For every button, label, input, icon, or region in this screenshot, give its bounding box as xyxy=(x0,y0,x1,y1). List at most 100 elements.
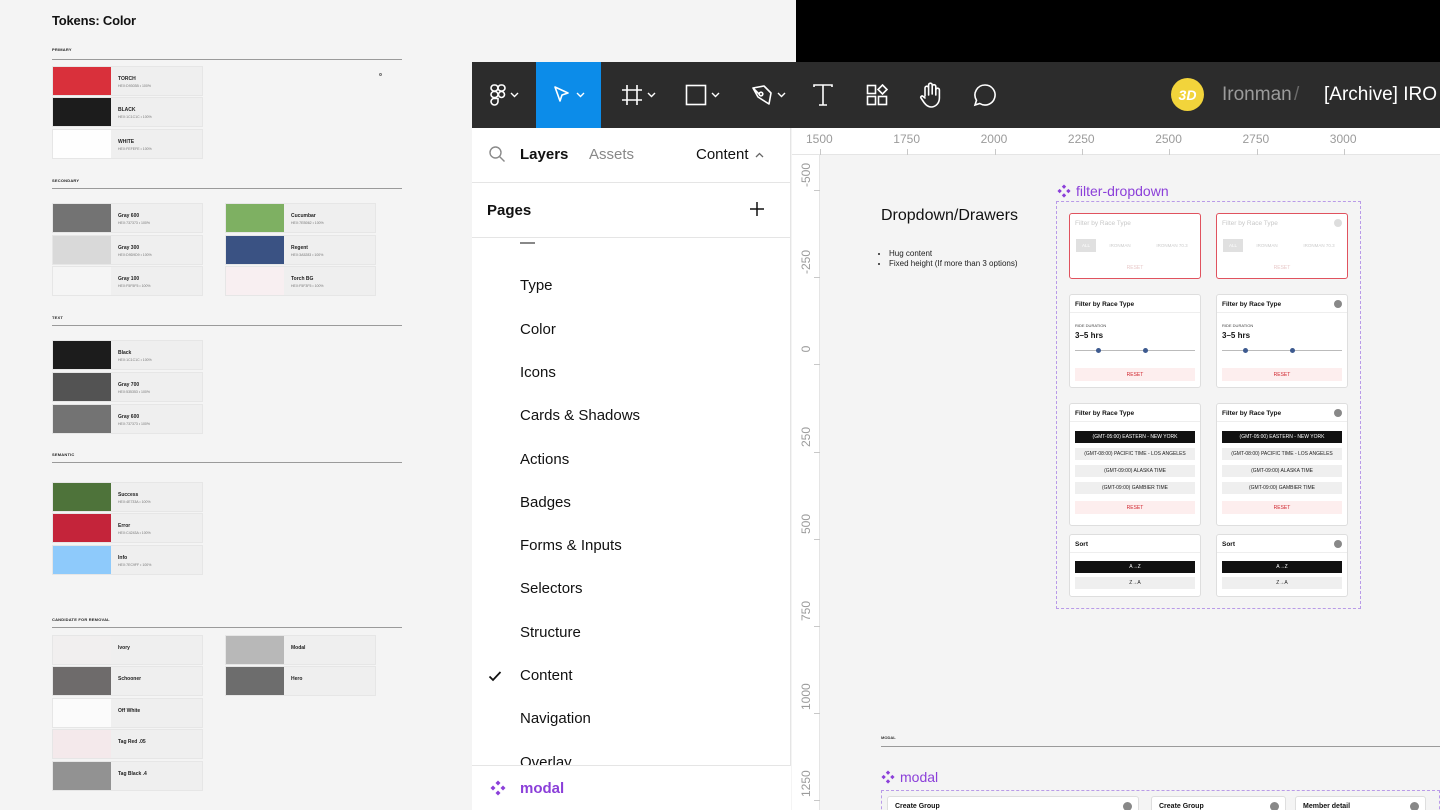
sort-card[interactable]: Sort A→Z Z→A xyxy=(1069,534,1201,597)
color-swatch[interactable]: Cucumbar HEX:7EB062 • 100% xyxy=(225,203,376,233)
add-page-icon[interactable] xyxy=(748,200,766,218)
option-item[interactable]: (GMT-09:00) ALASKA TIME xyxy=(1222,465,1342,477)
tab-layers[interactable]: Layers xyxy=(520,146,568,163)
page-item[interactable]: Actions xyxy=(472,440,791,483)
move-tool-button[interactable] xyxy=(536,62,601,128)
filter-card-slider[interactable]: Filter by Race Type RIDE DURATION 3–5 hr… xyxy=(1069,294,1201,388)
page-item[interactable]: Selectors xyxy=(472,569,791,612)
option-item[interactable]: (GMT-09:00) ALASKA TIME xyxy=(1075,465,1195,477)
color-swatch[interactable]: Torch BG HEX:F5F3F5 • 100% xyxy=(225,266,376,296)
seg-all[interactable]: ALL xyxy=(1223,239,1243,252)
sort-option[interactable]: Z→A xyxy=(1075,577,1195,589)
color-swatch[interactable]: Tag Red .05 xyxy=(52,729,203,759)
sort-option[interactable]: A→Z xyxy=(1075,561,1195,573)
color-swatch[interactable]: Gray 700 HEX:535353 • 100% xyxy=(52,372,203,402)
close-icon[interactable] xyxy=(1410,802,1419,810)
reset-button[interactable]: RESET xyxy=(1222,501,1342,514)
color-swatch[interactable]: Hero xyxy=(225,666,376,696)
range-slider-handle[interactable] xyxy=(1096,348,1101,353)
filter-card-timezone-closable[interactable]: Filter by Race Type (GMT-05:00) EASTERN … xyxy=(1216,403,1348,526)
range-slider-track[interactable] xyxy=(1075,350,1195,351)
page-item[interactable]: Type xyxy=(472,266,791,309)
color-swatch[interactable]: Info HEX:7EC9FF • 100% xyxy=(52,545,203,575)
color-swatch[interactable]: Ivory xyxy=(52,635,203,665)
option-item[interactable]: (GMT-08:00) PACIFIC TIME - LOS ANGELES xyxy=(1075,448,1195,460)
reset-button[interactable]: RESET xyxy=(1075,501,1195,514)
color-swatch[interactable]: Gray 100 HEX:F5F5F5 • 100% xyxy=(52,266,203,296)
range-slider-track[interactable] xyxy=(1222,350,1342,351)
option-item[interactable]: (GMT-05:00) EASTERN - NEW YORK xyxy=(1222,431,1342,443)
seg-ironman[interactable]: IRONMAN xyxy=(1103,239,1137,252)
seg-all[interactable]: ALL xyxy=(1076,239,1096,252)
page-item[interactable]: Icons xyxy=(472,353,791,396)
breadcrumb-team[interactable]: Ironman xyxy=(1222,84,1292,106)
main-menu-button[interactable] xyxy=(472,62,536,128)
tab-assets[interactable]: Assets xyxy=(589,146,634,163)
option-item[interactable]: (GMT-09:00) GAMBIER TIME xyxy=(1222,482,1342,494)
modal-member-detail[interactable]: Member detail xyxy=(1295,796,1426,810)
hand-tool-button[interactable] xyxy=(912,62,950,128)
selected-layer-bar[interactable]: modal xyxy=(472,765,791,810)
color-swatch[interactable]: Gray 600 HEX:737373 • 100% xyxy=(52,404,203,434)
filter-card-error-closable[interactable]: Filter by Race Type ALL IRONMAN IRONMAN … xyxy=(1216,213,1348,279)
close-icon[interactable] xyxy=(1334,409,1342,417)
color-swatch[interactable]: Gray 300 HEX:D9D9D9 • 100% xyxy=(52,235,203,265)
reset-button[interactable]: RESET xyxy=(1075,261,1195,274)
color-swatch[interactable]: Regent HEX:3A5283 • 100% xyxy=(225,235,376,265)
resources-button[interactable] xyxy=(858,62,896,128)
text-tool-button[interactable] xyxy=(806,62,840,128)
filter-card-error[interactable]: Filter by Race Type ALL IRONMAN IRONMAN … xyxy=(1069,213,1201,279)
page-selector[interactable]: Content xyxy=(696,146,764,163)
option-item[interactable]: (GMT-08:00) PACIFIC TIME - LOS ANGELES xyxy=(1222,448,1342,460)
search-icon[interactable] xyxy=(488,145,506,163)
range-slider-handle[interactable] xyxy=(1143,348,1148,353)
option-item[interactable]: (GMT-09:00) GAMBIER TIME xyxy=(1075,482,1195,494)
seg-ironman[interactable]: IRONMAN xyxy=(1250,239,1284,252)
close-icon[interactable] xyxy=(1334,540,1342,548)
color-swatch[interactable]: Gray 600 HEX:737373 • 100% xyxy=(52,203,203,233)
component-label-filter-dropdown[interactable]: filter-dropdown xyxy=(1057,183,1169,199)
modal-create-group[interactable]: Create Group xyxy=(887,796,1139,810)
color-swatch[interactable]: Modal xyxy=(225,635,376,665)
color-swatch[interactable]: TORCH HEX:D9303B • 100% xyxy=(52,66,203,96)
sort-option[interactable]: A→Z xyxy=(1222,561,1342,573)
close-icon[interactable] xyxy=(1334,300,1342,308)
page-item[interactable]: Cards & Shadows xyxy=(472,396,791,439)
page-item[interactable]: Navigation xyxy=(472,699,791,742)
range-slider-handle[interactable] xyxy=(1243,348,1248,353)
close-icon[interactable] xyxy=(1123,802,1132,810)
color-swatch[interactable]: Error HEX:C4243A • 100% xyxy=(52,513,203,543)
shape-tool-button[interactable] xyxy=(674,62,730,128)
page-item[interactable]: Overlay xyxy=(472,743,791,765)
color-swatch[interactable]: Tag Black .4 xyxy=(52,761,203,791)
frame-tool-button[interactable] xyxy=(612,62,664,128)
comment-tool-button[interactable] xyxy=(966,62,1004,128)
seg-ironman-703[interactable]: IRONMAN 70.3 xyxy=(1150,239,1194,252)
color-swatch[interactable]: BLACK HEX:1C1C1C • 100% xyxy=(52,97,203,127)
page-item[interactable]: Content xyxy=(472,656,791,699)
close-icon[interactable] xyxy=(1334,219,1342,227)
page-item[interactable]: Color xyxy=(472,310,791,353)
sort-option[interactable]: Z→A xyxy=(1222,577,1342,589)
option-item[interactable]: (GMT-05:00) EASTERN - NEW YORK xyxy=(1075,431,1195,443)
page-item[interactable]: Forms & Inputs xyxy=(472,526,791,569)
color-swatch[interactable]: Success HEX:4E733A • 100% xyxy=(52,482,203,512)
reset-button[interactable]: RESET xyxy=(1075,368,1195,381)
component-label-modal[interactable]: modal xyxy=(881,769,938,785)
seg-ironman-703[interactable]: IRONMAN 70.3 xyxy=(1297,239,1341,252)
color-swatch[interactable]: WHITE HEX:FEFEFE • 100% xyxy=(52,129,203,159)
filter-card-slider-closable[interactable]: Filter by Race Type RIDE DURATION 3–5 hr… xyxy=(1216,294,1348,388)
avatar[interactable]: 3D xyxy=(1171,78,1204,111)
filter-card-timezone[interactable]: Filter by Race Type (GMT-05:00) EASTERN … xyxy=(1069,403,1201,526)
close-icon[interactable] xyxy=(1270,802,1279,810)
reset-button[interactable]: RESET xyxy=(1222,261,1342,274)
sort-card-closable[interactable]: Sort A→Z Z→A xyxy=(1216,534,1348,597)
range-slider-handle[interactable] xyxy=(1290,348,1295,353)
canvas[interactable]: Dropdown/Drawers Hug content Fixed heigh… xyxy=(821,156,1440,810)
color-swatch[interactable]: Schooner xyxy=(52,666,203,696)
breadcrumb-file-name[interactable]: [Archive] IRO xyxy=(1324,84,1437,106)
pen-tool-button[interactable] xyxy=(740,62,796,128)
page-item[interactable]: Structure xyxy=(472,613,791,656)
page-item[interactable]: — xyxy=(472,239,791,266)
page-item[interactable]: Badges xyxy=(472,483,791,526)
